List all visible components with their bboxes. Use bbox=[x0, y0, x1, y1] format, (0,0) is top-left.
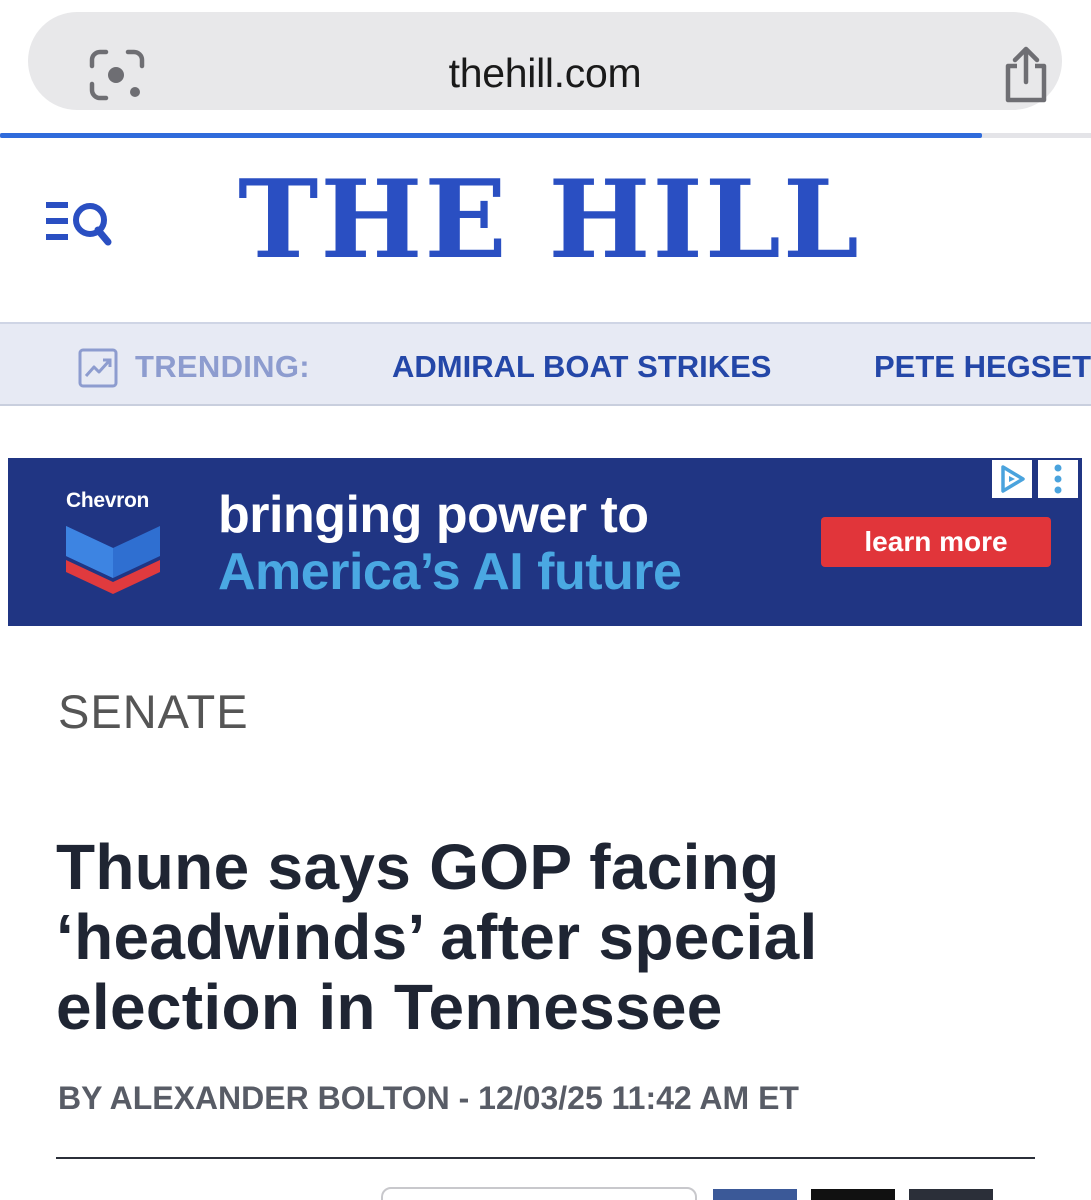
facebook-share-button[interactable] bbox=[713, 1189, 797, 1200]
ad-options-icon[interactable] bbox=[1038, 460, 1078, 498]
divider bbox=[56, 1157, 1035, 1159]
site-logo[interactable]: THE HILL bbox=[238, 160, 861, 280]
page: thehill.com THE HILL TRENDING: ADMIRAL B… bbox=[0, 0, 1091, 1200]
trending-item-admiral-boat-strikes[interactable]: ADMIRAL BOAT STRIKES bbox=[392, 349, 771, 385]
adchoices-icon[interactable] bbox=[992, 460, 1032, 498]
ad-headline-line1: bringing power to bbox=[218, 486, 649, 544]
article-headline: Thune says GOP facing ‘headwinds’ after … bbox=[56, 831, 818, 1043]
advertisement-banner[interactable]: Chevron bringing power to America’s AI f… bbox=[8, 458, 1082, 626]
gift-article-button[interactable] bbox=[381, 1187, 697, 1200]
chevron-logo-icon bbox=[66, 526, 160, 594]
trending-label: TRENDING: bbox=[135, 349, 310, 384]
url-text: thehill.com bbox=[448, 50, 642, 96]
share-icon[interactable] bbox=[1000, 44, 1052, 104]
ad-brand-name: Chevron bbox=[66, 489, 150, 512]
more-share-button[interactable] bbox=[909, 1189, 993, 1200]
trending-bar: TRENDING: ADMIRAL BOAT STRIKES PETE HEGS… bbox=[0, 322, 1091, 406]
x-share-button[interactable] bbox=[811, 1189, 895, 1200]
page-load-progress bbox=[0, 133, 982, 138]
address-bar[interactable]: thehill.com bbox=[28, 12, 1062, 110]
trending-chart-icon bbox=[78, 348, 118, 388]
ad-headline-line2: America’s AI future bbox=[218, 543, 682, 601]
trending-item-pete-hegseth[interactable]: PETE HEGSETH bbox=[874, 349, 1091, 385]
section-label[interactable]: SENATE bbox=[58, 684, 249, 739]
menu-search-icon[interactable] bbox=[44, 198, 114, 250]
ad-learn-more-button[interactable]: learn more bbox=[821, 517, 1051, 567]
article-byline: BY ALEXANDER BOLTON - 12/03/25 11:42 AM … bbox=[58, 1080, 799, 1116]
